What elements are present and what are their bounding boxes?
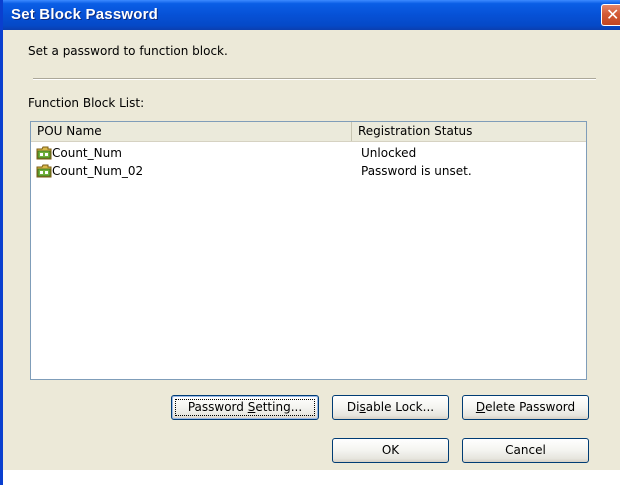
close-icon: ✕	[606, 5, 620, 24]
ok-button[interactable]: OK	[332, 438, 449, 463]
list-item[interactable]: Count_Num Unlocked	[31, 144, 586, 162]
delete-password-label: Delete Password	[475, 400, 576, 414]
close-button[interactable]: ✕	[601, 4, 620, 26]
dialog-window: Set Block Password ✕ Set a password to f…	[0, 0, 620, 485]
description-text: Set a password to function block.	[28, 44, 228, 58]
cancel-button[interactable]: Cancel	[462, 438, 589, 463]
row-registration-status: Unlocked	[361, 146, 417, 160]
function-block-list-label: Function Block List:	[28, 96, 145, 110]
row-pou-name: Count_Num_02	[52, 164, 144, 178]
row-pou-name: Count_Num	[52, 146, 122, 160]
list-item[interactable]: Count_Num_02 Password is unset.	[31, 162, 586, 180]
column-header-pou-name[interactable]: POU Name	[31, 122, 352, 141]
focus-rectangle	[175, 399, 315, 416]
row-registration-status: Password is unset.	[361, 164, 472, 178]
dialog-title: Set Block Password	[11, 6, 158, 23]
list-header: POU Name Registration Status	[31, 122, 586, 142]
separator	[33, 78, 596, 80]
window-bottom-edge	[3, 470, 620, 485]
delete-password-button[interactable]: Delete Password	[462, 395, 589, 420]
column-header-registration-status[interactable]: Registration Status	[352, 122, 586, 141]
function-block-folder-icon	[36, 164, 52, 178]
disable-lock-button[interactable]: Disable Lock...	[332, 395, 449, 420]
function-block-list[interactable]: POU Name Registration Status Count_Num U…	[30, 121, 587, 380]
password-setting-button[interactable]: Password Setting...	[171, 395, 319, 420]
disable-lock-label: Disable Lock...	[346, 400, 435, 414]
title-bar[interactable]: Set Block Password	[3, 0, 620, 30]
function-block-folder-icon	[36, 146, 52, 160]
